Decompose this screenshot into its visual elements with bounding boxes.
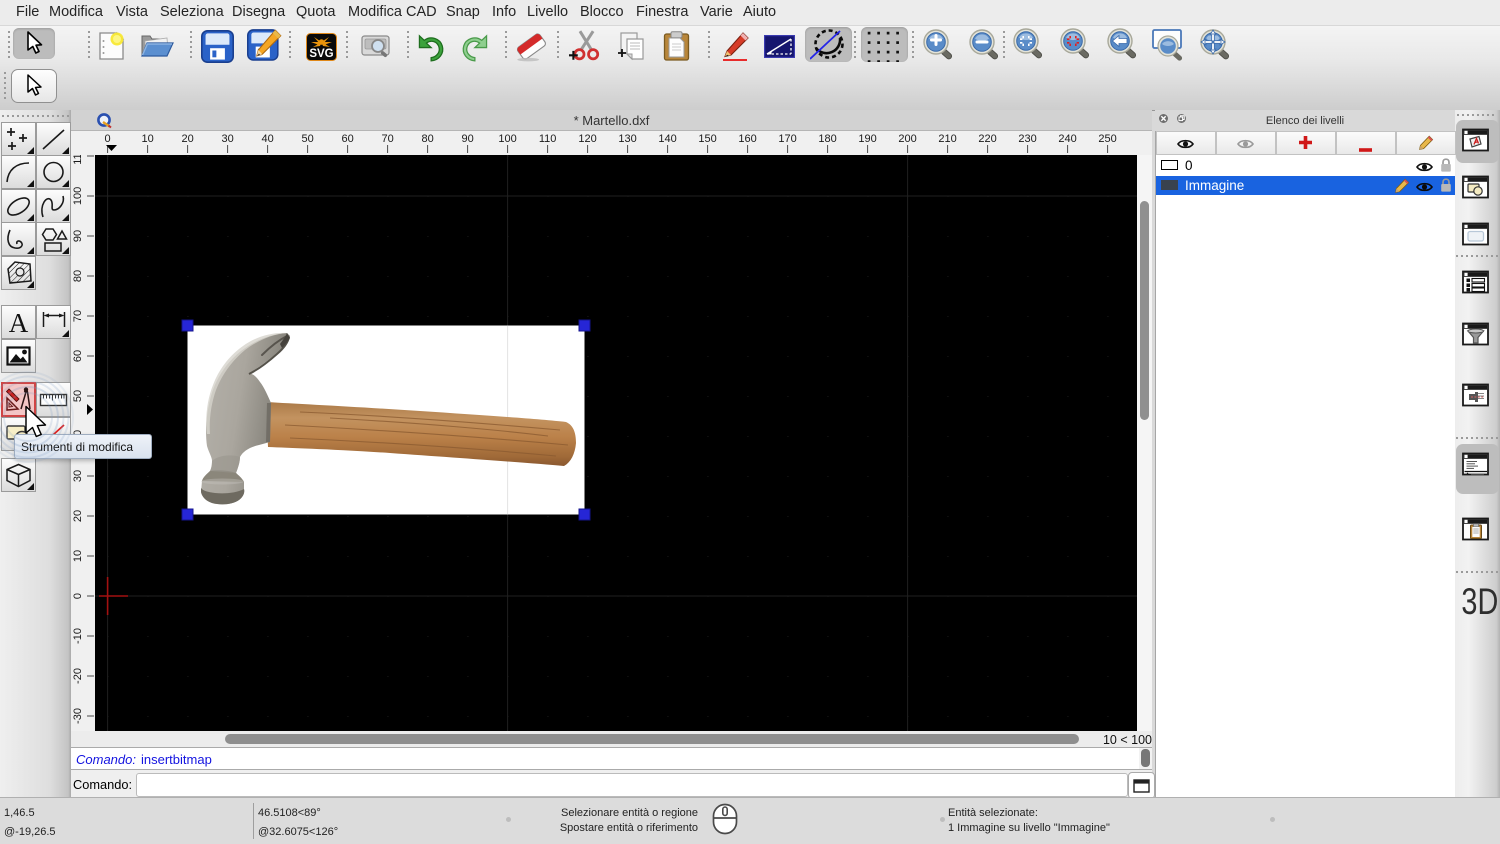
svg-text:200: 200 bbox=[898, 133, 916, 145]
svg-text:-30: -30 bbox=[72, 708, 84, 724]
svg-text:240: 240 bbox=[1058, 133, 1076, 145]
svg-text:130: 130 bbox=[618, 133, 636, 145]
svg-text:SVG: SVG bbox=[309, 48, 333, 60]
svg-text:-10: -10 bbox=[72, 628, 84, 644]
svg-text:90: 90 bbox=[461, 133, 473, 145]
svg-text:20: 20 bbox=[181, 133, 193, 145]
svg-text:160: 160 bbox=[738, 133, 756, 145]
svg-text:30: 30 bbox=[221, 133, 233, 145]
svg-text:110: 110 bbox=[539, 133, 557, 145]
svg-text:80: 80 bbox=[421, 133, 433, 145]
svg-text:80: 80 bbox=[72, 270, 84, 282]
svg-text:250: 250 bbox=[1098, 133, 1116, 145]
svg-text:120: 120 bbox=[578, 133, 596, 145]
svg-text:100: 100 bbox=[498, 133, 516, 145]
svg-text:60: 60 bbox=[72, 350, 84, 362]
svg-text:10: 10 bbox=[72, 550, 84, 562]
svg-text:30: 30 bbox=[72, 470, 84, 482]
svg-text:100: 100 bbox=[72, 187, 84, 205]
svg-text:0: 0 bbox=[72, 593, 84, 599]
svg-text:210: 210 bbox=[938, 133, 956, 145]
svg-text:A: A bbox=[9, 308, 29, 338]
svg-text:-20: -20 bbox=[72, 668, 84, 684]
svg-text:50: 50 bbox=[301, 133, 313, 145]
svg-text:90: 90 bbox=[72, 230, 84, 242]
svg-text:60: 60 bbox=[341, 133, 353, 145]
svg-text:40: 40 bbox=[261, 133, 273, 145]
svg-text:150: 150 bbox=[698, 133, 716, 145]
svg-text:70: 70 bbox=[72, 310, 84, 322]
svg-text:110: 110 bbox=[72, 155, 84, 165]
svg-text:180: 180 bbox=[818, 133, 836, 145]
svg-text:70: 70 bbox=[381, 133, 393, 145]
svg-text:190: 190 bbox=[858, 133, 876, 145]
svg-text:10: 10 bbox=[141, 133, 153, 145]
svg-text:220: 220 bbox=[978, 133, 996, 145]
svg-text:230: 230 bbox=[1018, 133, 1036, 145]
svg-text:0: 0 bbox=[105, 133, 111, 145]
svg-text:20: 20 bbox=[72, 510, 84, 522]
svg-text:140: 140 bbox=[658, 133, 676, 145]
svg-text:170: 170 bbox=[778, 133, 796, 145]
